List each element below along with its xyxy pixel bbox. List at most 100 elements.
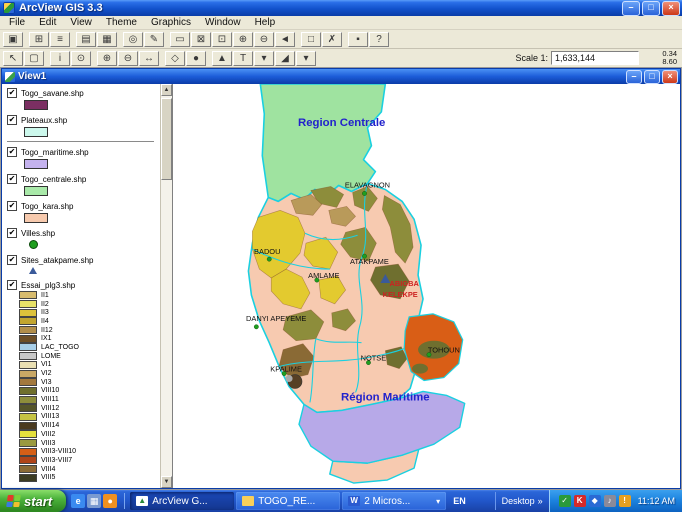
zoom-in-tool[interactable]: ⊕ [97, 51, 117, 66]
menu-edit[interactable]: Edit [32, 17, 63, 28]
legend-scrollbar[interactable]: ▲ ▼ [160, 84, 172, 488]
quicklaunch-media-player-icon[interactable]: ● [103, 494, 117, 508]
legend-class-row[interactable]: LOME [7, 352, 158, 361]
select-features-button[interactable]: □ [301, 32, 321, 47]
desktop-toolbar[interactable]: Desktop » [495, 492, 549, 510]
hotlink-tool[interactable]: ● [186, 51, 206, 66]
tray-updates-icon[interactable]: ! [619, 495, 631, 507]
identify-tool[interactable]: i [50, 51, 70, 66]
menu-window[interactable]: Window [198, 17, 248, 28]
menu-theme[interactable]: Theme [99, 17, 144, 28]
view-maximize-button[interactable]: □ [644, 70, 660, 84]
help-button[interactable]: ? [369, 32, 389, 47]
zoom-active-theme-button[interactable]: ⊠ [191, 32, 211, 47]
language-indicator[interactable]: EN [447, 496, 472, 506]
theme-checkbox[interactable]: ✔ [7, 255, 17, 265]
theme-checkbox[interactable]: ✔ [7, 88, 17, 98]
open-theme-table-button[interactable]: ▦ [97, 32, 117, 47]
vertex-edit-tool[interactable]: ▢ [24, 51, 44, 66]
label-tool[interactable]: ▲ [212, 51, 232, 66]
scale-input[interactable]: 1,633,144 [551, 51, 639, 65]
theme-checkbox[interactable]: ✔ [7, 201, 17, 211]
select-feature-tool[interactable]: ⊙ [71, 51, 91, 66]
quicklaunch-internet-explorer-icon[interactable]: e [71, 494, 85, 508]
legend-class-row[interactable]: VIII3-VIII7 [7, 456, 158, 465]
legend-class-row[interactable]: VIII12 [7, 404, 158, 413]
legend-class-row[interactable]: VIII11 [7, 395, 158, 404]
zoom-out-tool[interactable]: ⊖ [118, 51, 138, 66]
legend-class-row[interactable]: VIII10 [7, 387, 158, 396]
measure-tool[interactable]: ◇ [165, 51, 185, 66]
map-canvas[interactable]: Region Centrale Région Maritime ELAVAGNO… [173, 84, 680, 488]
edit-legend-button[interactable]: ▤ [76, 32, 96, 47]
text-tool[interactable]: T [233, 51, 253, 66]
legend-class-row[interactable]: VIII13 [7, 413, 158, 422]
legend-class-row[interactable]: VIII4 [7, 465, 158, 474]
legend-class-row[interactable]: II3 [7, 308, 158, 317]
zoom-out-button[interactable]: ⊖ [254, 32, 274, 47]
legend-class-row[interactable]: II2 [7, 300, 158, 309]
view-close-button[interactable]: × [662, 70, 678, 84]
legend-class-row[interactable]: VIII3 [7, 439, 158, 448]
task-button-word-group[interactable]: W 2 Micros... ▾ [342, 492, 446, 510]
task-button-togo-folder[interactable]: TOGO_RE... [236, 492, 340, 510]
tray-kaspersky-icon[interactable]: K [574, 495, 586, 507]
theme-checkbox[interactable]: ✔ [7, 147, 17, 157]
legend-class-row[interactable]: IX1 [7, 334, 158, 343]
legend-class-row[interactable]: VI2 [7, 369, 158, 378]
hotlink-button[interactable]: ▪ [348, 32, 368, 47]
menu-file[interactable]: File [2, 17, 32, 28]
zoom-selected-button[interactable]: ⊡ [212, 32, 232, 47]
legend-class-row[interactable]: VI1 [7, 361, 158, 370]
view-minimize-button[interactable]: – [626, 70, 642, 84]
view1-titlebar[interactable]: View1 – □ × [2, 69, 680, 84]
legend-theme-essai-plg3[interactable]: ✔ Essai_plg3.shp II1 [7, 279, 158, 482]
minimize-button[interactable]: – [622, 1, 640, 16]
legend-class-row[interactable]: LAC_TOGO [7, 343, 158, 352]
zoom-previous-button[interactable]: ◄ [275, 32, 295, 47]
task-button-arcview[interactable]: ▲ ArcView G... [130, 492, 234, 510]
theme-checkbox[interactable]: ✔ [7, 115, 17, 125]
zoom-full-extent-button[interactable]: ▭ [170, 32, 190, 47]
query-builder-button[interactable]: ✎ [144, 32, 164, 47]
theme-checkbox[interactable]: ✔ [7, 174, 17, 184]
tray-antivirus-icon[interactable]: ✓ [559, 495, 571, 507]
scroll-down-arrow[interactable]: ▼ [161, 476, 172, 488]
quicklaunch-show-desktop-icon[interactable]: ▦ [87, 494, 101, 508]
scroll-track[interactable] [161, 96, 172, 476]
legend-theme-sites-atakpame[interactable]: ✔ Sites_atakpame.shp [7, 254, 158, 274]
legend-class-row[interactable]: VIII5 [7, 473, 158, 482]
save-project-button[interactable]: ▣ [3, 32, 23, 47]
close-button[interactable]: × [662, 1, 680, 16]
tray-volume-icon[interactable]: ♪ [604, 495, 616, 507]
scroll-up-arrow[interactable]: ▲ [161, 84, 172, 96]
text-tool-dropdown[interactable]: ▾ [254, 51, 274, 66]
legend-class-row[interactable]: II4 [7, 317, 158, 326]
find-button[interactable]: ◎ [123, 32, 143, 47]
legend-class-row[interactable]: II12 [7, 326, 158, 335]
maximize-button[interactable]: □ [642, 1, 660, 16]
legend-theme-togo-maritime[interactable]: ✔ Togo_maritime.shp [7, 146, 158, 169]
menu-graphics[interactable]: Graphics [144, 17, 198, 28]
clear-selection-button[interactable]: ✗ [322, 32, 342, 47]
pan-tool[interactable]: ↔ [139, 51, 159, 66]
legend-class-row[interactable]: II1 [7, 291, 158, 300]
scroll-thumb[interactable] [161, 98, 172, 180]
draw-tool[interactable]: ◢ [275, 51, 295, 66]
legend-class-row[interactable]: VIII14 [7, 421, 158, 430]
start-button[interactable]: start [0, 490, 66, 512]
theme-checkbox[interactable]: ✔ [7, 228, 17, 238]
add-theme-button[interactable]: ⊞ [29, 32, 49, 47]
legend-theme-togo-savane[interactable]: ✔ Togo_savane.shp [7, 87, 158, 110]
legend-class-row[interactable]: VI3 [7, 378, 158, 387]
menu-help[interactable]: Help [248, 17, 283, 28]
chevron-icon[interactable]: » [538, 496, 543, 506]
tray-network-icon[interactable]: ◆ [589, 495, 601, 507]
legend-theme-togo-kara[interactable]: ✔ Togo_kara.shp [7, 200, 158, 223]
pointer-tool[interactable]: ↖ [3, 51, 23, 66]
theme-properties-button[interactable]: ≡ [50, 32, 70, 47]
legend-class-row[interactable]: VIII3-VIII10 [7, 447, 158, 456]
legend-theme-plateaux[interactable]: ✔ Plateaux.shp [7, 114, 158, 137]
menu-view[interactable]: View [63, 17, 99, 28]
theme-checkbox[interactable]: ✔ [7, 280, 17, 290]
